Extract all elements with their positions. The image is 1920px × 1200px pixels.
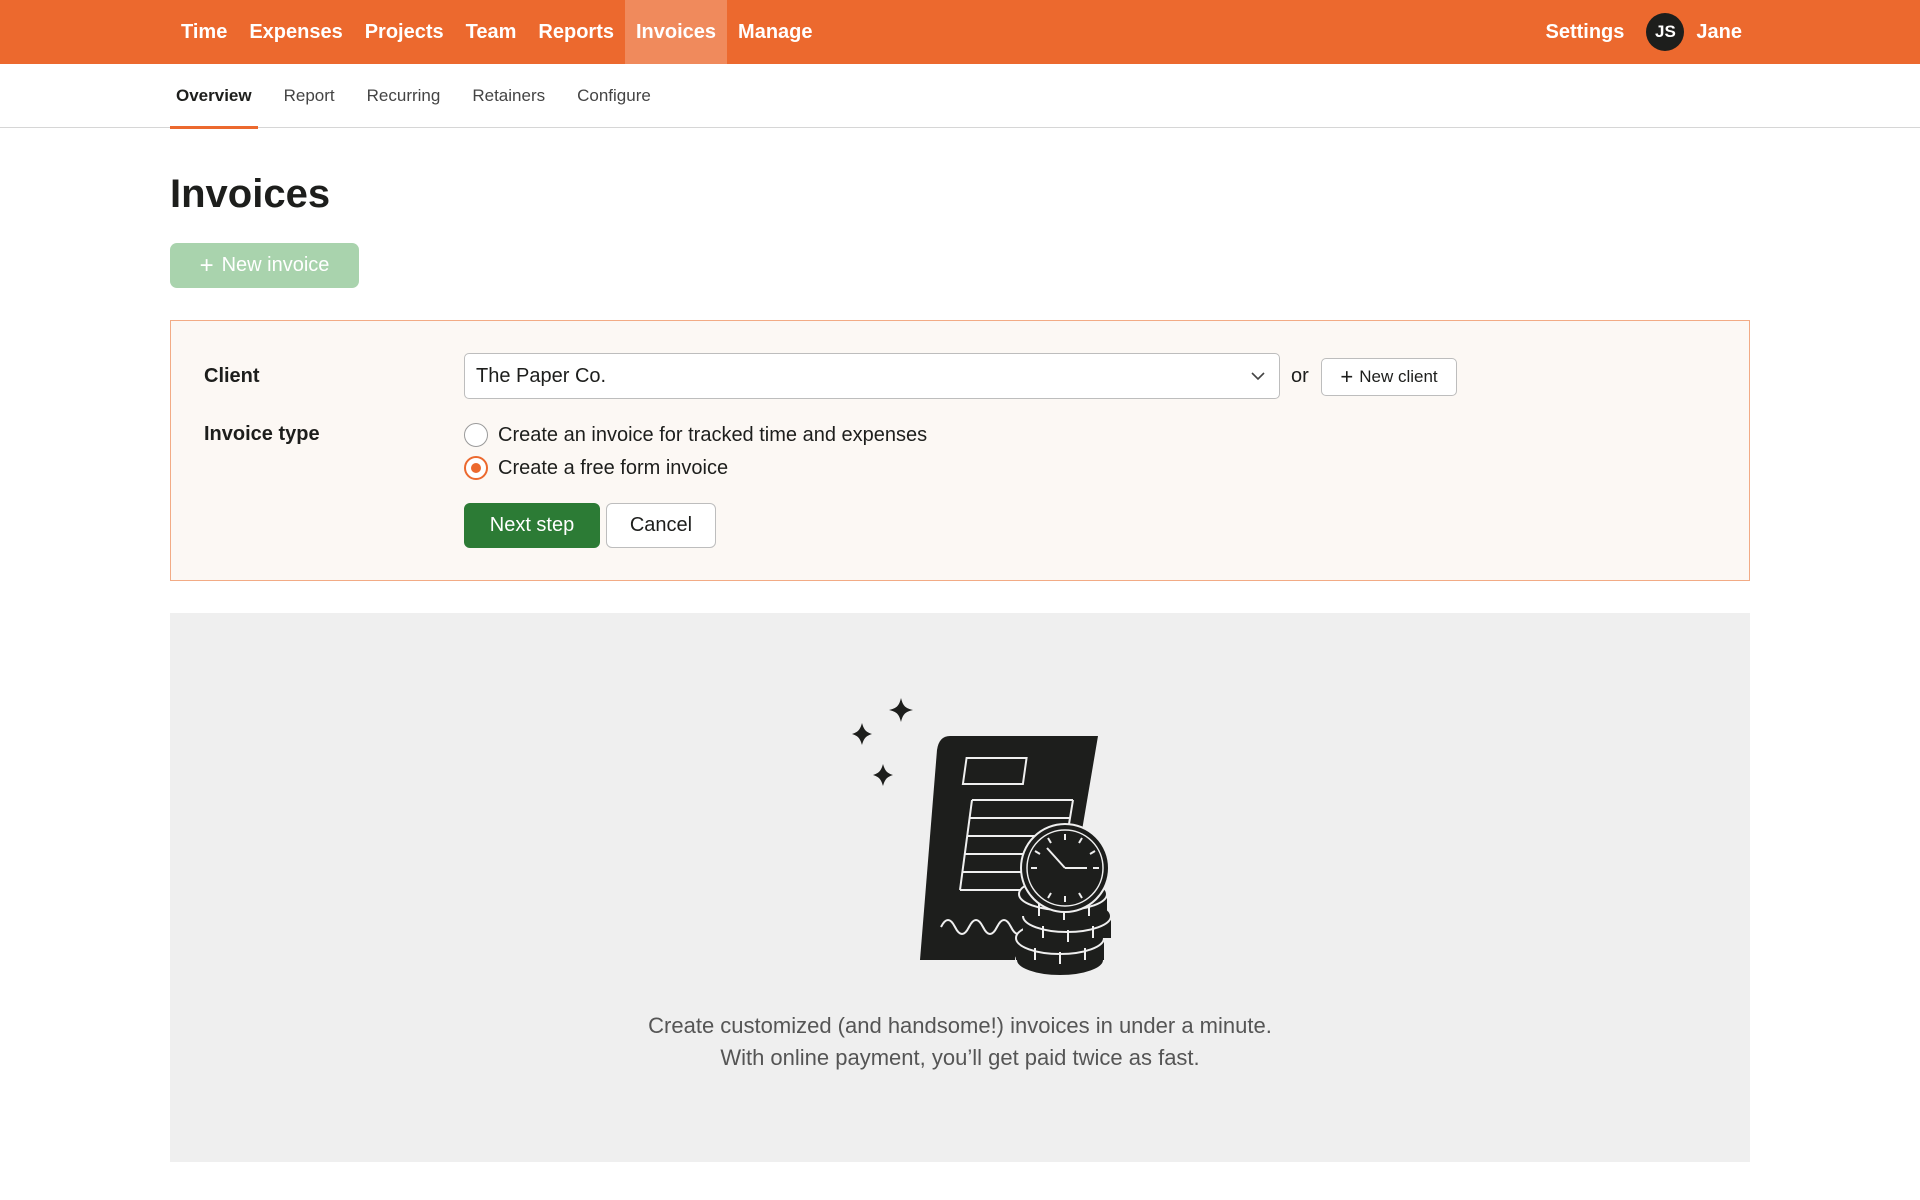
radio-label-free-form: Create a free form invoice xyxy=(498,456,729,479)
tab-recurring[interactable]: Recurring xyxy=(361,64,447,128)
empty-state-text-line1: Create customized (and handsome!) invoic… xyxy=(648,1013,1272,1038)
sparkle-icon xyxy=(873,764,893,786)
sub-navigation: Overview Report Recurring Retainers Conf… xyxy=(0,64,1920,129)
tab-overview[interactable]: Overview xyxy=(170,64,258,129)
plus-icon: + xyxy=(1340,364,1354,389)
empty-state-panel: Create customized (and handsome!) invoic… xyxy=(170,613,1750,1162)
empty-state-text-line2: With online payment, you’ll get paid twi… xyxy=(720,1045,1200,1070)
main-nav: Time Expenses Projects Team Reports Invo… xyxy=(170,0,824,64)
or-separator: or xyxy=(1291,365,1309,387)
nav-item-time[interactable]: Time xyxy=(170,0,238,64)
next-step-button[interactable]: Next step xyxy=(464,503,600,548)
top-navigation-bar: Time Expenses Projects Team Reports Invo… xyxy=(0,0,1920,64)
nav-item-expenses[interactable]: Expenses xyxy=(238,0,353,64)
nav-item-manage[interactable]: Manage xyxy=(727,0,823,64)
plus-icon: + xyxy=(199,251,214,279)
radio-label-tracked-time: Create an invoice for tracked time and e… xyxy=(498,423,928,446)
client-select-value: The Paper Co. xyxy=(476,364,607,387)
new-invoice-button[interactable]: + New invoice xyxy=(170,243,359,288)
tab-report[interactable]: Report xyxy=(278,64,341,128)
radio-tracked-time[interactable] xyxy=(464,423,488,447)
settings-link[interactable]: Settings xyxy=(1546,21,1625,44)
chevron-down-icon xyxy=(1251,372,1265,381)
cancel-button[interactable]: Cancel xyxy=(606,503,716,548)
client-select[interactable]: The Paper Co. xyxy=(464,353,1280,399)
new-client-label: New client xyxy=(1359,367,1438,386)
sparkle-icon xyxy=(889,698,913,722)
new-client-button[interactable]: + New client xyxy=(1321,358,1457,396)
invoice-type-option-free-form[interactable]: Create a free form invoice xyxy=(464,456,728,480)
invoice-type-label: Invoice type xyxy=(204,423,320,445)
invoice-illustration xyxy=(852,698,1112,977)
nav-item-invoices[interactable]: Invoices xyxy=(625,0,728,64)
new-invoice-label: New invoice xyxy=(221,254,330,276)
nav-item-reports[interactable]: Reports xyxy=(527,0,625,64)
user-menu-name[interactable]: Jane xyxy=(1696,21,1742,44)
subnav-tabs: Overview Report Recurring Retainers Conf… xyxy=(170,64,677,129)
page-title: Invoices xyxy=(170,172,331,216)
new-invoice-form: Client The Paper Co. or + New client Inv… xyxy=(170,320,1750,581)
clock-icon xyxy=(1020,823,1110,913)
nav-item-projects[interactable]: Projects xyxy=(354,0,455,64)
radio-free-form[interactable] xyxy=(464,456,488,480)
tab-configure[interactable]: Configure xyxy=(571,64,657,128)
invoice-type-option-tracked[interactable]: Create an invoice for tracked time and e… xyxy=(464,423,927,447)
sparkle-icon xyxy=(852,723,872,745)
nav-item-team[interactable]: Team xyxy=(455,0,528,64)
avatar[interactable]: JS xyxy=(1646,13,1685,51)
client-label: Client xyxy=(204,365,260,387)
user-area: Settings JS Jane xyxy=(1546,0,1742,64)
tab-retainers[interactable]: Retainers xyxy=(466,64,551,128)
